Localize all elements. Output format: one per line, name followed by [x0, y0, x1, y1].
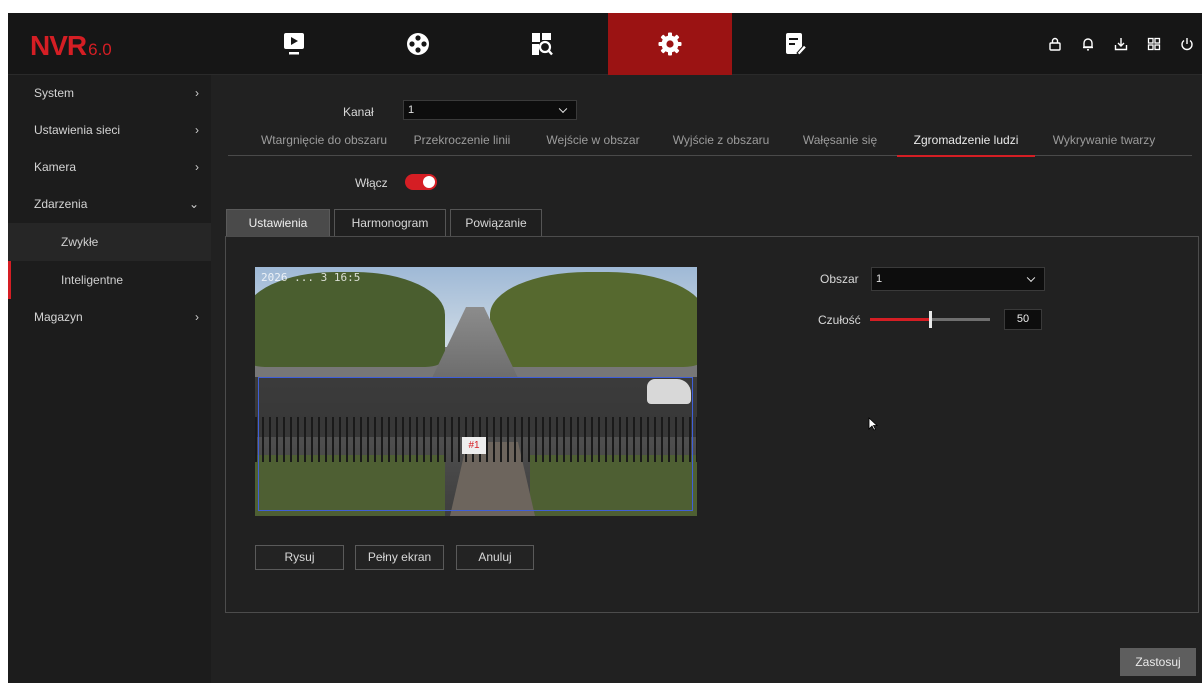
camera-preview[interactable]: 2026 ... 3 16:5 #1	[255, 267, 697, 516]
sidebar-item-storage[interactable]: Magazyn ›	[8, 299, 211, 336]
nav-tab-search[interactable]	[480, 13, 604, 75]
chevron-down-icon: ⌄	[188, 197, 199, 211]
fullscreen-button[interactable]: Pełny ekran	[355, 545, 444, 570]
sidebar-item-label: Kamera	[34, 160, 77, 174]
nvr-screen: NVR 6.0 System › Ustawienia sieci › Kame…	[8, 13, 1202, 683]
tab-schedule[interactable]: Harmonogram	[334, 209, 446, 237]
sensitivity-fill	[870, 318, 930, 321]
tools-icon	[786, 33, 807, 56]
sidebar-item-label: System	[34, 86, 75, 100]
top-icons	[1037, 13, 1202, 75]
lock-button[interactable]	[1040, 29, 1070, 59]
sidebar-item-events[interactable]: Zdarzenia ⌄	[8, 186, 211, 223]
nav-tab-settings[interactable]	[608, 13, 732, 75]
chevron-right-icon: ›	[195, 310, 199, 324]
channel-select[interactable]: 1	[403, 100, 577, 120]
sidebar-subitem-general[interactable]: Zwykłe	[8, 223, 211, 261]
tab-intrusion[interactable]: Wtargnięcie do obszaru	[258, 126, 390, 156]
lock-icon	[1049, 37, 1061, 51]
bell-icon	[1083, 38, 1093, 51]
sensitivity-slider[interactable]	[870, 311, 990, 328]
sidebar-item-label: Ustawienia sieci	[34, 123, 121, 137]
area-label: Obszar	[820, 272, 859, 286]
gear-icon	[658, 32, 682, 56]
download-button[interactable]	[1106, 29, 1136, 59]
layout-button[interactable]	[1139, 29, 1169, 59]
sensitivity-label: Czułość	[818, 313, 861, 327]
tab-crowd-density[interactable]: Zgromadzenie ludzi	[897, 126, 1035, 157]
tab-region-exit[interactable]: Wyjście z obszaru	[665, 126, 777, 156]
preview-trees-left	[255, 272, 445, 367]
download-icon	[1114, 38, 1128, 51]
sensitivity-value[interactable]: 50	[1004, 309, 1042, 330]
search-doc-icon	[532, 33, 553, 56]
chevron-right-icon: ›	[195, 123, 199, 137]
film-reel-icon	[407, 33, 429, 55]
area-value: 1	[876, 273, 883, 285]
power-button[interactable]	[1172, 29, 1202, 59]
sidebar: System › Ustawienia sieci › Kamera › Zda…	[8, 75, 211, 683]
video-timestamp: 2026 ... 3 16:5	[261, 271, 361, 284]
play-icon	[284, 33, 304, 55]
chevron-down-icon	[558, 104, 568, 114]
grid-icon	[1147, 37, 1161, 51]
chevron-right-icon: ›	[195, 86, 199, 100]
sensitivity-thumb[interactable]	[929, 311, 932, 328]
region-label: #1	[462, 437, 486, 454]
top-bar: NVR 6.0	[8, 13, 1202, 75]
cancel-button[interactable]: Anuluj	[456, 545, 534, 570]
nav-tab-playback[interactable]	[232, 13, 356, 75]
enable-toggle[interactable]	[405, 174, 437, 190]
nav-tab-maintenance[interactable]	[734, 13, 858, 75]
sidebar-item-label: Magazyn	[34, 310, 83, 324]
tab-area-settings[interactable]: Ustawienia obszaru	[226, 209, 330, 257]
notification-button[interactable]	[1073, 29, 1103, 59]
sidebar-item-camera[interactable]: Kamera ›	[8, 149, 211, 186]
toggle-knob	[423, 176, 435, 188]
tab-region-entrance[interactable]: Wejście w obszar	[545, 126, 641, 156]
draw-button[interactable]: Rysuj	[255, 545, 344, 570]
tab-face-detection[interactable]: Wykrywanie twarzy	[1048, 126, 1160, 156]
sidebar-item-system[interactable]: System ›	[8, 75, 211, 112]
sidebar-subitem-label: Inteligentne	[61, 273, 124, 287]
chevron-down-icon	[1026, 273, 1036, 283]
power-icon	[1181, 38, 1193, 51]
tab-loitering[interactable]: Wałęsanie się	[796, 126, 884, 156]
sidebar-subitem-label: Zwykłe	[61, 235, 99, 249]
area-select[interactable]: 1	[871, 267, 1045, 291]
mouse-cursor-icon	[868, 417, 878, 431]
sidebar-item-label: Zdarzenia	[34, 197, 88, 211]
tab-line-crossing[interactable]: Przekroczenie linii	[408, 126, 516, 156]
detection-tabs: Wtargnięcie do obszaru Przekroczenie lin…	[228, 126, 1192, 157]
channel-value: 1	[408, 104, 415, 116]
tab-linkage[interactable]: Powiązanie	[450, 209, 542, 237]
logo: NVR 6.0	[30, 30, 112, 61]
apply-button[interactable]: Zastosuj	[1120, 648, 1196, 676]
chevron-right-icon: ›	[195, 160, 199, 174]
enable-label: Włącz	[355, 176, 388, 190]
channel-label: Kanał	[343, 105, 374, 119]
nav-tab-ai[interactable]	[356, 13, 480, 75]
sidebar-subitem-intelligent[interactable]: Inteligentne	[8, 261, 211, 299]
sidebar-item-network[interactable]: Ustawienia sieci ›	[8, 112, 211, 149]
preview-trees-right	[490, 272, 697, 367]
